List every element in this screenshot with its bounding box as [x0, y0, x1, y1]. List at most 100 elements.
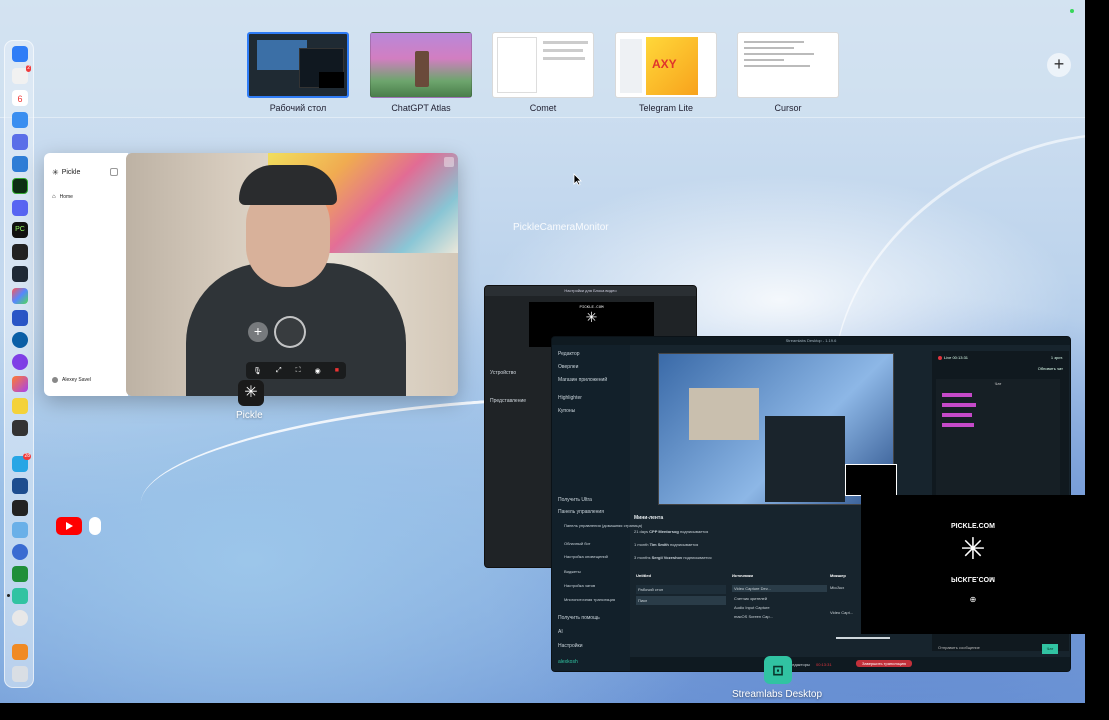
files-icon[interactable] — [12, 134, 28, 150]
sidebar-item-editor[interactable]: Редактор — [558, 351, 580, 357]
dock: 2 6 PC 28 — [4, 40, 34, 688]
console-icon[interactable] — [12, 500, 28, 516]
telegram-icon[interactable]: 28 — [12, 453, 31, 472]
sidebar-item-overlays[interactable]: Оверлеи — [558, 364, 578, 370]
activity-monitor-icon[interactable] — [12, 178, 28, 194]
preview-nested-window — [765, 416, 845, 502]
streamlabs-dock-icon[interactable] — [12, 588, 28, 604]
source-item[interactable]: Audio Input Capture — [732, 605, 827, 610]
sidebar-user[interactable]: Alexey Savel — [52, 377, 91, 383]
reminders-icon[interactable]: 2 — [12, 65, 31, 84]
sheets-icon[interactable] — [12, 566, 28, 582]
space-telegram-lite[interactable]: AXY Telegram Lite — [615, 32, 717, 113]
space-thumbnail — [492, 32, 594, 98]
streamlabs-sidebar: Редактор Оверлеи Магазин приложений High… — [552, 345, 642, 671]
browser-icon[interactable] — [12, 332, 28, 348]
add-icon[interactable]: + — [248, 322, 268, 342]
fullscreen-icon[interactable]: ⛶ — [296, 367, 301, 375]
nova-icon[interactable] — [12, 354, 28, 370]
pickle-sidebar: ✳ Pickle ⌂ Home Alexey Savel — [44, 153, 128, 396]
window-label-camera-monitor: PickleCameraMonitor — [513, 222, 609, 233]
window-label-streamlabs: Streamlabs Desktop — [732, 689, 823, 700]
telegram-desktop-icon[interactable] — [12, 310, 28, 326]
textedit-icon[interactable] — [12, 420, 28, 436]
sidebar-item-home[interactable]: ⌂ Home — [52, 194, 73, 200]
record-icon[interactable]: ◉ — [315, 367, 321, 375]
sidebar-item-highlighter[interactable]: Highlighter — [558, 395, 582, 401]
sources-panel: Источники Video Capture Dev... Счетчик з… — [732, 573, 827, 653]
preview-camera — [689, 388, 759, 440]
chat-send-button[interactable]: Чат — [1042, 644, 1058, 654]
sidebar-item-help[interactable]: Получить помощь — [558, 615, 600, 621]
chat-input[interactable]: Отправить сообщение — [938, 645, 980, 650]
stream-timer: 00:13:31 — [816, 662, 832, 667]
sidebar-item-chat-settings[interactable]: Настройка чатов — [564, 583, 595, 588]
calendar-icon[interactable]: 6 — [12, 90, 28, 106]
sidebar-item-cloudbot[interactable]: Облачный бот — [564, 541, 590, 546]
source-item[interactable]: macOS Screen Cap... — [732, 614, 827, 619]
status-dot — [1070, 9, 1074, 13]
pickle-overlay-window[interactable]: PICKLE.COM ✳ PICKLE.COM ⊕ — [861, 495, 1085, 634]
sidebar-item-coupons[interactable]: Купоны — [558, 408, 575, 414]
sidebar-item-app-store[interactable]: Магазин приложений — [558, 377, 607, 383]
sidebar-item-widgets[interactable]: Виджеты — [564, 569, 581, 574]
pickle-logo-icon: ✳ — [585, 309, 598, 325]
space-cursor[interactable]: Cursor — [737, 32, 839, 113]
web-icon[interactable] — [12, 544, 28, 560]
space-desktop[interactable]: Рабочий стол — [247, 32, 349, 113]
window-corner-icon[interactable] — [444, 157, 454, 167]
pickle-brand: ✳ Pickle — [52, 168, 81, 177]
sidebar-item-ultra[interactable]: Получить Ultra — [558, 497, 592, 503]
sidebar-item-alerts[interactable]: Настройка оповещений — [564, 554, 608, 559]
pickle-logo-icon: ✳ — [960, 533, 986, 566]
unity-icon[interactable] — [12, 244, 28, 260]
overlay-brand-mirrored: PICKLE.COM — [951, 575, 995, 582]
screen-border — [0, 703, 1109, 720]
space-chatgpt-atlas[interactable]: ChatGPT Atlas — [370, 32, 472, 113]
youtube-widget[interactable] — [56, 517, 101, 535]
vscode-icon[interactable] — [12, 156, 28, 172]
source-item[interactable]: Счетчик зрителей — [732, 596, 827, 601]
settings-gear-icon[interactable] — [12, 610, 28, 626]
scene-item[interactable]: Рабочий стол — [636, 585, 726, 594]
desktop: Рабочий стол ChatGPT Atlas Comet AXY Tel… — [0, 0, 1085, 703]
terminal-icon[interactable] — [12, 266, 28, 282]
end-stream-button[interactable]: Завершить трансляцию — [856, 660, 913, 667]
mail-icon[interactable] — [12, 112, 28, 128]
widget-toggle[interactable] — [89, 517, 101, 535]
network-icon[interactable] — [12, 522, 28, 538]
screen-sharing-icon[interactable] — [12, 478, 28, 494]
notes-icon[interactable] — [12, 398, 28, 414]
stop-button[interactable]: ■ — [335, 367, 339, 374]
discord-icon[interactable] — [12, 200, 28, 216]
expand-icon[interactable]: ⤢ — [276, 367, 282, 375]
sidebar-item-dashboard[interactable]: Панель управления — [558, 509, 604, 515]
pickle-window[interactable]: ✳ Pickle ⌂ Home Alexey Savel 🎙 ⤢ ⛶ ◉ ■ + — [44, 153, 458, 396]
downloads-folder-icon[interactable] — [12, 644, 28, 660]
feed-row: 1 month Tim Smith подписывается — [634, 542, 699, 547]
running-indicator — [7, 594, 10, 597]
sidebar-item-settings[interactable]: Настройки — [558, 643, 583, 649]
sidebar-item-dashboard-home[interactable]: Панель управления (домашняя страница) — [564, 523, 642, 528]
add-space-button[interactable]: + — [1047, 53, 1071, 77]
space-comet[interactable]: Comet — [492, 32, 594, 113]
source-item[interactable]: Video Capture Dev... — [732, 585, 827, 592]
chat-message — [942, 413, 972, 417]
trash-icon[interactable] — [12, 666, 28, 682]
finder-icon[interactable] — [12, 46, 28, 62]
youtube-icon — [56, 517, 82, 535]
sidebar-item-multistream[interactable]: Многопоточная трансляция — [564, 597, 615, 602]
music-app-icon[interactable] — [12, 376, 28, 392]
pickle-logo-icon: ✳ — [52, 168, 59, 177]
chat-title: Чат — [994, 381, 1002, 386]
volume-slider[interactable] — [836, 637, 890, 639]
sidebar-item-ai[interactable]: AI — [558, 629, 563, 635]
scene-item[interactable]: Пикл — [636, 596, 726, 605]
sidebar-user[interactable]: alexkosh — [558, 659, 578, 665]
mic-icon[interactable]: 🎙 — [253, 367, 262, 375]
pycharm-icon[interactable]: PC — [12, 222, 28, 238]
launchpad-icon[interactable] — [12, 288, 28, 304]
sidebar-toggle-icon[interactable] — [110, 168, 118, 176]
refresh-chat-button[interactable]: Обновить чат — [1038, 366, 1063, 371]
avatar-circle[interactable] — [274, 316, 306, 348]
